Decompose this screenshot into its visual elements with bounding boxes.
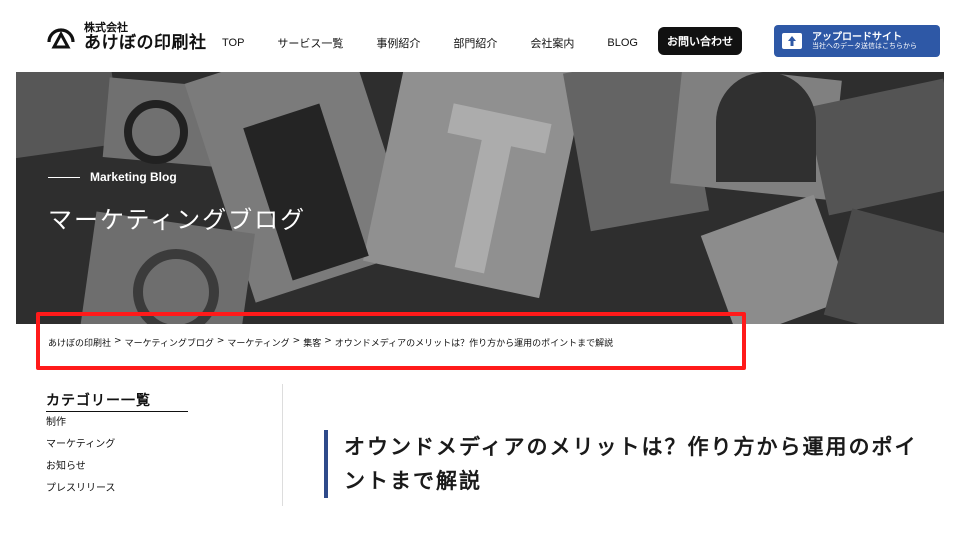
logo-company-name: あけぼの印刷社	[84, 33, 207, 53]
sidebar-divider	[282, 384, 283, 506]
breadcrumb-home[interactable]: あけぼの印刷社	[48, 336, 111, 349]
nav-services[interactable]: サービス一覧	[277, 35, 343, 51]
article-header: オウンドメディアのメリットは？作り方から運用のポイントまで解説	[324, 430, 924, 498]
breadcrumb-marketing[interactable]: マーケティング	[227, 336, 289, 349]
breadcrumb-attract[interactable]: 集客	[303, 336, 321, 349]
hero-line-divider	[48, 176, 80, 178]
site-header: 株式会社 あけぼの印刷社 TOP サービス一覧 事例紹介 部門紹介 会社案内 B…	[0, 0, 960, 72]
contact-button[interactable]: お問い合わせ	[658, 27, 742, 55]
upload-title: アップロードサイト	[812, 31, 902, 43]
letterpress-blocks-image	[16, 72, 944, 324]
breadcrumb: あけぼの印刷社 > マーケティングブログ > マーケティング > 集客 > オウ…	[48, 336, 613, 349]
breadcrumb-current: オウンドメディアのメリットは？作り方から運用のポイントまで解説	[334, 339, 614, 349]
hero-subtitle-text: Marketing Blog	[90, 170, 177, 184]
breadcrumb-separator: >	[114, 336, 122, 346]
nav-blog[interactable]: BLOG	[607, 37, 638, 49]
breadcrumb-separator: >	[216, 336, 225, 346]
upload-site-button[interactable]: アップロードサイト 当社へのデータ送信はこちらから	[774, 25, 940, 57]
breadcrumb-separator: >	[324, 336, 332, 346]
hero-banner: Marketing Blog マーケティングブログ	[16, 72, 944, 324]
category-sidebar: カテゴリー一覧 制作 マーケティング お知らせ プレスリリース	[46, 390, 282, 508]
upload-subtitle: 当社へのデータ送信はこちらから	[812, 41, 917, 50]
category-item-news[interactable]: お知らせ	[46, 456, 282, 478]
article-title: オウンドメディアのメリットは？作り方から運用のポイントまで解説	[344, 435, 918, 493]
logo-mark-icon	[47, 28, 75, 49]
nav-top[interactable]: TOP	[222, 37, 244, 49]
nav-cases[interactable]: 事例紹介	[376, 35, 420, 51]
upload-folder-icon	[782, 33, 802, 49]
main-nav: TOP サービス一覧 事例紹介 部門紹介 会社案内 BLOG	[222, 35, 671, 51]
category-list: 制作 マーケティング お知らせ プレスリリース	[46, 416, 282, 500]
logo-company-type: 株式会社	[84, 21, 128, 34]
hero-title: マーケティングブログ	[48, 206, 307, 234]
category-item-press-release[interactable]: プレスリリース	[46, 478, 282, 500]
hero-subtitle: Marketing Blog	[48, 170, 177, 184]
category-item-marketing[interactable]: マーケティング	[46, 434, 282, 456]
nav-departments[interactable]: 部門紹介	[453, 35, 497, 51]
site-logo[interactable]: 株式会社 あけぼの印刷社	[46, 22, 207, 52]
category-list-title: カテゴリー一覧	[46, 390, 188, 412]
nav-company[interactable]: 会社案内	[530, 35, 574, 51]
category-item-production[interactable]: 制作	[46, 416, 282, 430]
breadcrumb-separator: >	[292, 336, 301, 346]
breadcrumb-blog[interactable]: マーケティングブログ	[125, 336, 214, 349]
